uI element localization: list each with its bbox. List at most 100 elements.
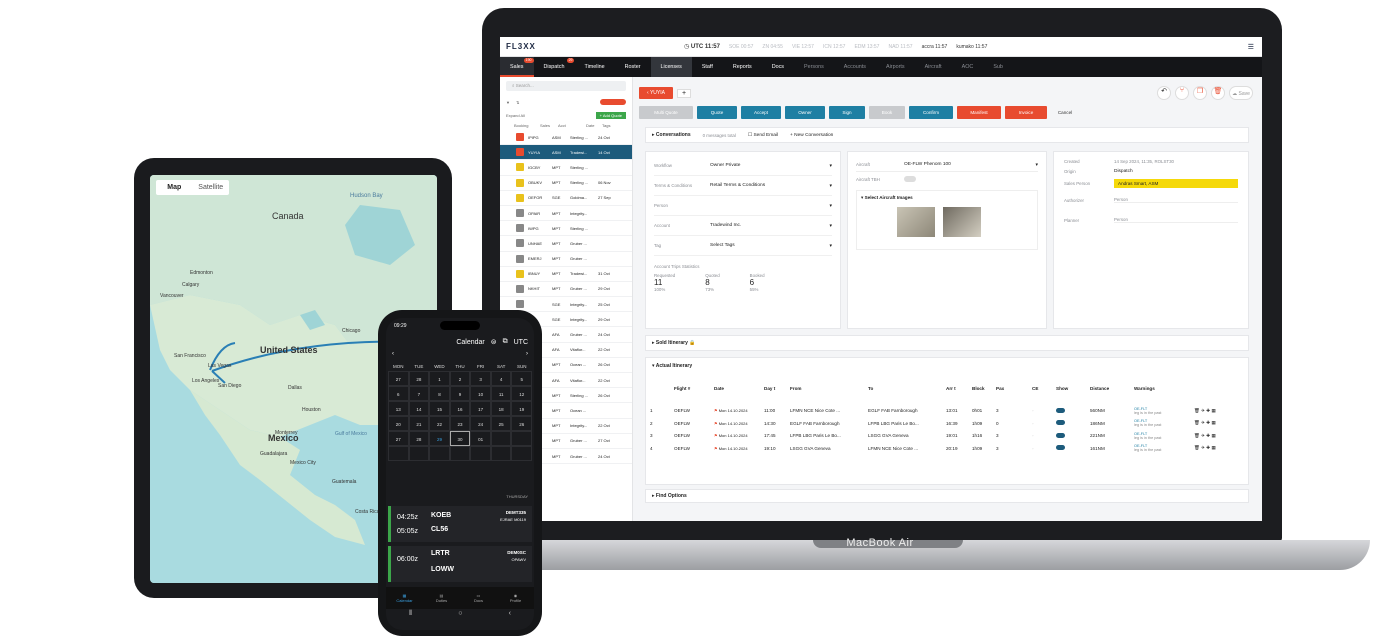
booking-row[interactable]: OPAIR MPT Integrity... — [500, 206, 632, 222]
app-menu-icon[interactable]: ☰ — [1248, 43, 1254, 51]
calendar-day[interactable]: 24 — [470, 416, 491, 431]
nav-duties[interactable]: ▤ Duties — [423, 587, 460, 609]
delete-icon[interactable]: 🗑 — [1211, 86, 1225, 100]
planner-select[interactable]: Person — [1114, 217, 1238, 223]
calendar-day[interactable] — [511, 431, 533, 446]
ce-toggle[interactable]: ◦ — [1032, 421, 1056, 426]
satellite-tab[interactable]: Satellite — [193, 180, 230, 195]
aircraft-exterior-image[interactable] — [897, 207, 935, 237]
find-options-bar[interactable]: ▸ Find Options — [645, 489, 1249, 503]
calendar-day[interactable] — [429, 446, 450, 461]
calendar-day[interactable]: 23 — [449, 416, 471, 431]
form-field[interactable]: Tag Select Tags ▾ — [654, 236, 832, 256]
calendar-day[interactable]: 1 — [429, 371, 450, 386]
calendar-day[interactable]: 28 — [408, 371, 430, 386]
calendar-day[interactable]: 30 — [449, 431, 471, 446]
show-toggle[interactable] — [1056, 420, 1090, 426]
search-input[interactable]: ⌕ Search... — [506, 81, 626, 91]
aircraft-interior-image[interactable] — [943, 207, 981, 237]
booking-row[interactable]: NKHIT MPT Gruber ... 29 Oct — [500, 282, 632, 298]
calendar-day[interactable]: 29 — [429, 431, 450, 446]
confirm-button[interactable]: Confirm — [909, 106, 953, 119]
toggle-switch[interactable] — [600, 99, 626, 105]
calendar-day[interactable]: 12 — [511, 386, 533, 401]
nav-persons[interactable]: Persons — [794, 57, 834, 77]
booking-row[interactable]: IWPG MPT Sterling ... — [500, 221, 632, 237]
calendar-day[interactable]: 18 — [490, 401, 512, 416]
book-button[interactable]: Book — [869, 106, 905, 119]
show-toggle[interactable] — [1056, 445, 1090, 451]
calendar-day[interactable] — [470, 446, 491, 461]
invoice-button[interactable]: Invoice — [1005, 106, 1047, 119]
calendar-day[interactable] — [490, 446, 512, 461]
copy-icon[interactable]: ❐ — [1193, 86, 1207, 100]
calendar-day[interactable]: 13 — [388, 401, 409, 416]
booking-row[interactable]: IPIPG ASM Sterling ... 24 Oct — [500, 130, 632, 146]
new-conversation-link[interactable]: + New Conversation — [790, 133, 833, 138]
sign-button[interactable]: Sign — [829, 106, 865, 119]
actual-itinerary-toggle[interactable]: ▾ Actual Itinerary — [646, 358, 1248, 374]
booking-row[interactable]: UNHAE MPT Gruber ... — [500, 236, 632, 252]
itinerary-row[interactable]: 1 OEFLW ⚑ Mon 14.10.2024 11:00 LFMN NCE Nice… — [650, 405, 1246, 418]
cancel-button[interactable]: Cancel — [1051, 106, 1079, 119]
salesperson-select[interactable]: Andras Smart, ASM — [1114, 178, 1238, 188]
calendar-day[interactable]: 5 — [511, 371, 533, 386]
calendar-day[interactable]: 21 — [408, 416, 430, 431]
calendar-day[interactable]: 27 — [388, 371, 409, 386]
calendar-day[interactable]: 22 — [429, 416, 450, 431]
flight-card[interactable]: 06:00z LRTR LOWW DEM0SC OPAWV — [388, 546, 532, 582]
calendar-day[interactable]: 14 — [408, 401, 430, 416]
authorizer-select[interactable]: Person — [1114, 197, 1238, 203]
aircraft-tbh-toggle[interactable] — [904, 176, 916, 182]
calendar-day[interactable]: 25 — [490, 416, 512, 431]
calendar-day[interactable]: 11 — [490, 386, 512, 401]
nav-airports[interactable]: Airports — [876, 57, 915, 77]
calendar-day[interactable] — [449, 446, 471, 461]
row-actions[interactable]: 🗑 ✈ ✚ ▦ — [1194, 445, 1234, 451]
calendar-day[interactable]: 19 — [511, 401, 533, 416]
calendar-day[interactable]: 3 — [470, 371, 491, 386]
nav-licenses[interactable]: Licenses — [650, 57, 692, 77]
calendar-day[interactable]: 10 — [470, 386, 491, 401]
show-toggle[interactable] — [1056, 432, 1090, 439]
sold-itinerary-bar[interactable]: ▸ Sold Itinerary 🔒 — [645, 335, 1249, 351]
nav-sub[interactable]: Sub — [983, 57, 1013, 77]
nav-calendar[interactable]: ▦ Calendar — [386, 587, 423, 609]
show-toggle[interactable] — [1056, 407, 1090, 414]
recents-icon[interactable]: ⦀ — [409, 610, 412, 618]
map-tab[interactable]: Map — [156, 180, 193, 195]
map-type-toggle[interactable]: Map Satellite — [156, 180, 229, 195]
form-field[interactable]: Workflow Owner Private ▾ — [654, 156, 832, 176]
form-field[interactable]: Account Tradewind Inc. ▾ — [654, 216, 832, 236]
branch-icon[interactable]: ⑂ — [1175, 86, 1189, 100]
calendar-day[interactable] — [388, 446, 409, 461]
calendar-day[interactable]: 8 — [429, 386, 450, 401]
booking-row[interactable]: IBNUY MPT Tradewi... 31 Oct — [500, 267, 632, 282]
owner-button[interactable]: Owner — [785, 106, 825, 119]
calendar-day[interactable]: 7 — [408, 386, 430, 401]
select-images-toggle[interactable]: ▾ Select Aircraft Images — [861, 195, 1033, 201]
next-month-icon[interactable]: › — [526, 351, 528, 357]
booking-row[interactable]: IGCBY MPT Sterling ... — [500, 160, 632, 176]
nav-docs[interactable]: ▭ Docs — [460, 587, 497, 609]
booking-row[interactable]: OBUKV MPT Sterling ... 06 Nov — [500, 176, 632, 191]
share-icon[interactable]: ⧉ — [503, 338, 508, 346]
nav-aircraft[interactable]: Aircraft — [915, 57, 952, 77]
add-quote-button[interactable]: + Add Quote — [595, 111, 626, 119]
calendar-day[interactable] — [511, 446, 533, 461]
nav-aoc[interactable]: AOC — [952, 57, 984, 77]
booking-row[interactable]: YUYIA ASM Tradewi... 14 Oct — [500, 145, 632, 161]
back-icon[interactable]: ‹ — [509, 610, 511, 618]
undo-icon[interactable]: ↶ — [1157, 86, 1171, 100]
nav-sales[interactable]: Sales 190 — [500, 57, 534, 77]
ce-toggle[interactable]: ◦ — [1032, 408, 1056, 413]
itinerary-row[interactable]: 2 OEFLW ⚑ Mon 14.10.2024 14:30 EGLF FAB Farn… — [650, 417, 1246, 430]
row-actions[interactable]: 🗑 ✈ ✚ ▦ — [1194, 408, 1234, 414]
home-icon[interactable]: ○ — [458, 610, 462, 618]
add-tab-button[interactable]: + — [676, 88, 692, 98]
nav-reports[interactable]: Reports — [723, 57, 762, 77]
nav-staff[interactable]: Staff — [692, 57, 723, 77]
accept-button[interactable]: Accept — [741, 106, 781, 119]
quote-button[interactable]: Quote — [697, 106, 737, 119]
aircraft-select[interactable]: Aircraft OE-FLW Phenom 100 ▾ — [856, 158, 1038, 172]
